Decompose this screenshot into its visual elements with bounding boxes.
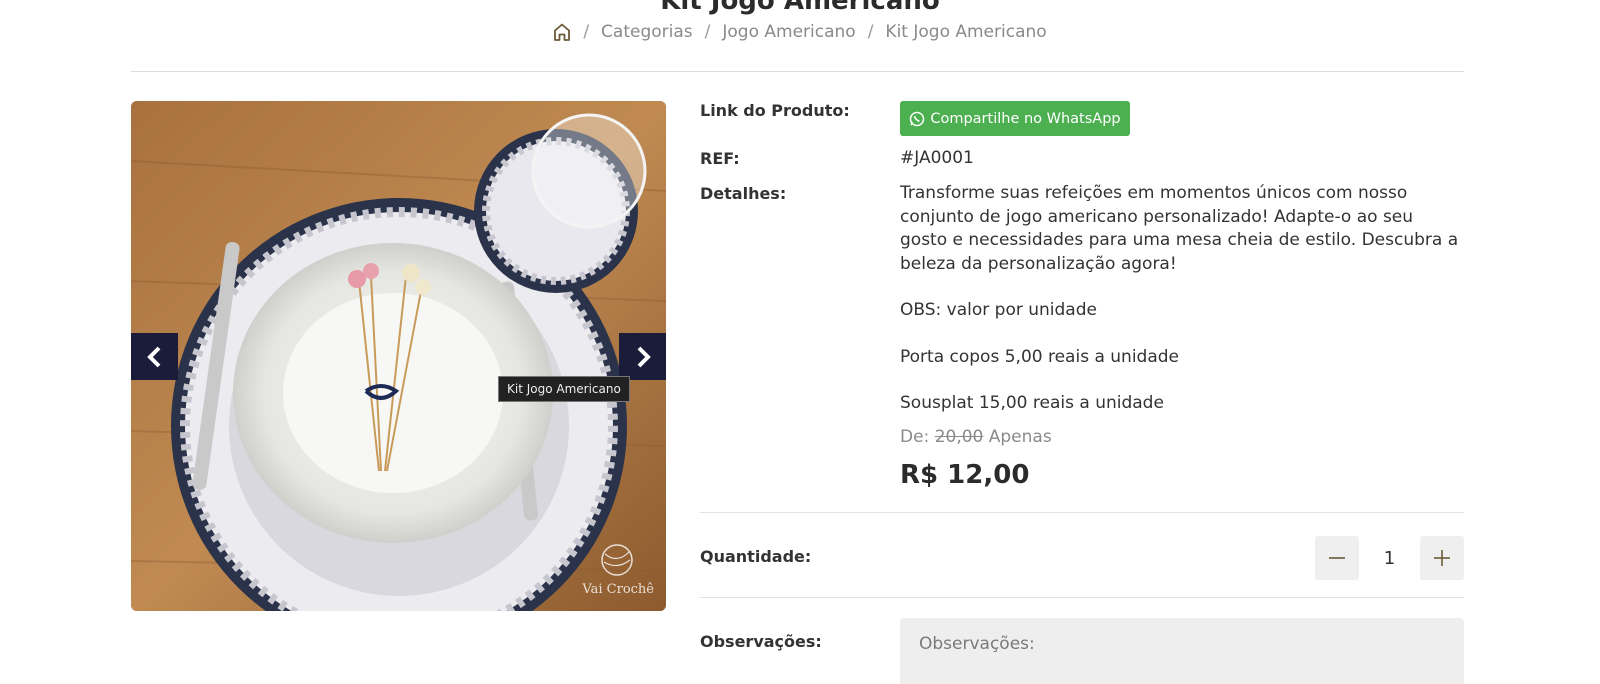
quantity-increase-button[interactable] bbox=[1420, 536, 1464, 580]
gallery-next-button[interactable] bbox=[619, 333, 666, 380]
image-tooltip: Kit Jogo Americano bbox=[498, 376, 630, 402]
breadcrumb-separator: / bbox=[867, 22, 874, 42]
header-divider bbox=[131, 71, 1464, 72]
quantity-decrease-button[interactable] bbox=[1315, 536, 1359, 580]
old-price-value: 20,00 bbox=[934, 427, 984, 447]
whatsapp-icon bbox=[910, 111, 925, 126]
notes-label: Observações: bbox=[700, 632, 822, 651]
plus-icon bbox=[1434, 550, 1450, 566]
breadcrumb-separator: / bbox=[583, 22, 590, 42]
description-paragraph: Porta copos 5,00 reais a unidade bbox=[900, 346, 1180, 367]
product-description: Transforme suas refeições em momentos ún… bbox=[900, 182, 1460, 439]
breadcrumb-separator: / bbox=[704, 22, 711, 42]
details-label: Detalhes: bbox=[700, 184, 787, 203]
description-paragraph: Sousplat 15,00 reais a unidade bbox=[900, 393, 1164, 413]
breadcrumb-item-current: Kit Jogo Americano bbox=[885, 22, 1047, 42]
quantity-label: Quantidade: bbox=[700, 547, 812, 566]
watermark-text: Vai Crochê bbox=[582, 582, 654, 597]
page-title: Kit Jogo Americano bbox=[660, 0, 940, 16]
product-image-gallery[interactable]: Vai Crochê Kit Jogo Americano bbox=[131, 101, 666, 611]
ref-label: REF: bbox=[700, 149, 740, 168]
breadcrumb-item-jogo-americano[interactable]: Jogo Americano bbox=[722, 22, 855, 42]
gallery-prev-button[interactable] bbox=[131, 333, 178, 380]
breadcrumb: / Categorias / Jogo Americano / Kit Jogo… bbox=[0, 22, 1600, 42]
chevron-right-icon bbox=[637, 346, 651, 367]
home-icon[interactable] bbox=[553, 22, 571, 42]
breadcrumb-item-categorias[interactable]: Categorias bbox=[601, 22, 693, 42]
quantity-input[interactable] bbox=[1369, 547, 1410, 569]
old-price-line: De: 20,00 Apenas bbox=[900, 427, 1052, 447]
description-paragraph: OBS: valor por unidade bbox=[900, 300, 1097, 320]
notes-textarea[interactable] bbox=[900, 618, 1464, 684]
old-price-prefix: De: bbox=[900, 427, 930, 447]
divider bbox=[700, 512, 1464, 513]
whatsapp-share-button[interactable]: Compartilhe no WhatsApp bbox=[900, 101, 1130, 136]
product-link-label: Link do Produto: bbox=[700, 101, 850, 120]
whatsapp-share-label: Compartilhe no WhatsApp bbox=[930, 110, 1121, 127]
minus-icon bbox=[1329, 557, 1345, 559]
divider bbox=[700, 597, 1464, 598]
product-price: R$ 12,00 bbox=[900, 460, 1030, 490]
chevron-left-icon bbox=[146, 346, 160, 367]
watermark-logo: Vai Crochê bbox=[582, 542, 654, 597]
old-price-suffix: Apenas bbox=[988, 427, 1052, 447]
description-paragraph: Transforme suas refeições em momentos ún… bbox=[900, 183, 1459, 274]
quantity-stepper bbox=[1315, 536, 1464, 580]
ref-value: #JA0001 bbox=[900, 148, 974, 168]
product-photo bbox=[131, 101, 666, 611]
